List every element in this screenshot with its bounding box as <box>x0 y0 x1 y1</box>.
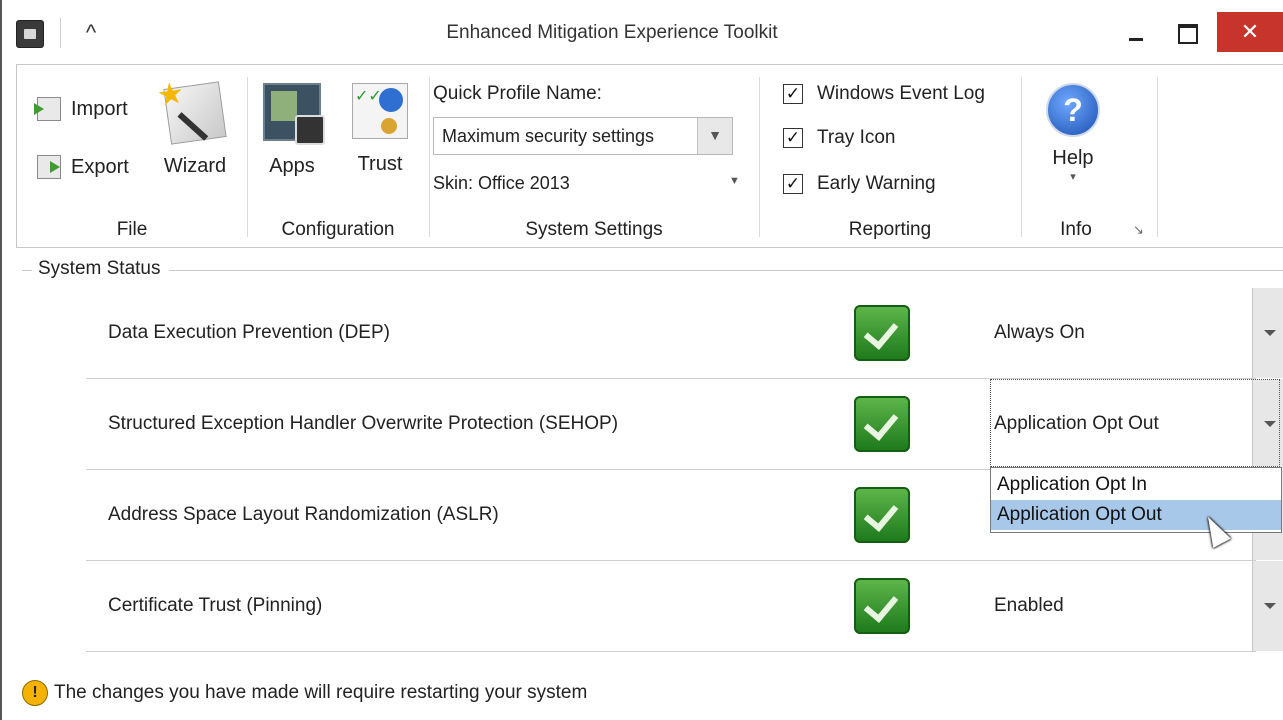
export-icon <box>37 155 61 179</box>
import-button[interactable]: Import <box>34 97 128 121</box>
help-dropdown-icon: ▾ <box>1070 171 1076 183</box>
row-label: Certificate Trust (Pinning) <box>108 595 323 616</box>
row-value[interactable]: Enabled <box>994 595 1064 617</box>
quick-profile-label: Quick Profile Name: <box>433 83 602 104</box>
status-row-dep: Data Execution Prevention (DEP) Always O… <box>86 288 1283 378</box>
app-icon[interactable] <box>16 20 44 48</box>
checkbox-tray-icon[interactable]: ✓ Tray Icon <box>783 127 896 149</box>
row-dropdown-button[interactable] <box>1252 288 1283 378</box>
group-label-file: File <box>116 219 148 240</box>
import-label: Import <box>71 97 128 120</box>
dropdown-option-opt-in[interactable]: Application Opt In <box>991 470 1281 500</box>
trust-label: Trust <box>357 153 403 175</box>
help-label: Help <box>1052 147 1094 169</box>
ribbon: Import Export Wizard File Apps Trust Con… <box>16 64 1283 248</box>
enabled-check-icon <box>854 578 910 634</box>
wizard-icon <box>163 81 227 145</box>
checkbox-box[interactable]: ✓ <box>783 174 803 194</box>
checkbox-box[interactable]: ✓ <box>783 128 803 148</box>
chevron-down-icon[interactable]: ▼ <box>697 118 732 154</box>
help-button[interactable]: ? Help ▾ <box>1033 81 1113 183</box>
title-separator <box>60 18 61 48</box>
group-label-info: Info <box>1060 219 1092 240</box>
quick-profile-value: Maximum security settings <box>442 126 655 146</box>
enabled-check-icon <box>854 487 910 543</box>
row-value[interactable]: Always On <box>994 322 1085 344</box>
help-icon: ? <box>1046 83 1100 137</box>
system-status-title: System Status <box>32 258 169 280</box>
checkbox-label: Early Warning <box>817 173 936 194</box>
export-label: Export <box>71 155 129 178</box>
status-row-certificate-trust: Certificate Trust (Pinning) Enabled <box>86 561 1283 651</box>
apps-button[interactable]: Apps <box>257 83 327 178</box>
import-icon <box>34 97 61 121</box>
restart-warning: ! The changes you have made will require… <box>22 680 587 706</box>
skin-selector[interactable]: Skin: Office 2013 <box>433 173 570 194</box>
trust-button[interactable]: Trust <box>345 83 415 176</box>
enabled-check-icon <box>854 396 910 452</box>
emet-window: ^ Enhanced Mitigation Experience Toolkit… <box>0 0 1283 720</box>
wizard-label: Wizard <box>163 155 227 177</box>
dropdown-option-opt-out[interactable]: Application Opt Out <box>991 500 1281 530</box>
group-separator <box>247 77 248 237</box>
window-title: Enhanced Mitigation Experience Toolkit <box>446 22 778 43</box>
export-button[interactable]: Export <box>37 155 129 179</box>
title-bar: ^ Enhanced Mitigation Experience Toolkit… <box>2 0 1283 64</box>
row-divider <box>86 651 1256 652</box>
group-separator <box>1157 77 1158 237</box>
wizard-button[interactable]: Wizard <box>155 81 235 178</box>
group-separator <box>1021 77 1022 237</box>
checkbox-label: Windows Event Log <box>817 83 985 104</box>
apps-label: Apps <box>269 155 315 177</box>
quick-profile-select[interactable]: Maximum security settings ▼ <box>433 117 733 155</box>
minimize-button[interactable] <box>1126 22 1148 44</box>
collapse-ribbon-button[interactable]: ^ <box>78 18 104 48</box>
group-label-system-settings: System Settings <box>525 219 663 240</box>
checkbox-label: Tray Icon <box>817 127 896 148</box>
group-separator <box>429 77 430 237</box>
group-separator <box>759 77 760 237</box>
sehop-dropdown-list: Application Opt In Application Opt Out <box>990 467 1282 533</box>
group-label-configuration: Configuration <box>281 219 395 240</box>
warning-icon: ! <box>22 680 48 706</box>
checkbox-early-warning[interactable]: ✓ Early Warning <box>783 173 936 195</box>
row-label: Address Space Layout Randomization (ASLR… <box>108 504 499 525</box>
maximize-button[interactable] <box>1178 24 1198 44</box>
skin-dropdown-icon[interactable]: ▼ <box>729 175 740 187</box>
checkbox-box[interactable]: ✓ <box>783 84 803 104</box>
row-label: Structured Exception Handler Overwrite P… <box>108 413 619 434</box>
restart-warning-text: The changes you have made will require r… <box>54 682 588 703</box>
row-dropdown-button[interactable] <box>1252 561 1283 651</box>
checkbox-windows-event-log[interactable]: ✓ Windows Event Log <box>783 83 985 105</box>
group-label-reporting: Reporting <box>848 219 932 240</box>
enabled-check-icon <box>854 305 910 361</box>
focus-rect <box>990 379 1280 467</box>
close-button[interactable]: ✕ <box>1217 12 1283 52</box>
dialog-launcher-icon[interactable]: ↘ <box>1133 222 1144 238</box>
row-label: Data Execution Prevention (DEP) <box>108 322 390 343</box>
apps-icon <box>263 83 325 145</box>
trust-icon <box>352 83 408 139</box>
